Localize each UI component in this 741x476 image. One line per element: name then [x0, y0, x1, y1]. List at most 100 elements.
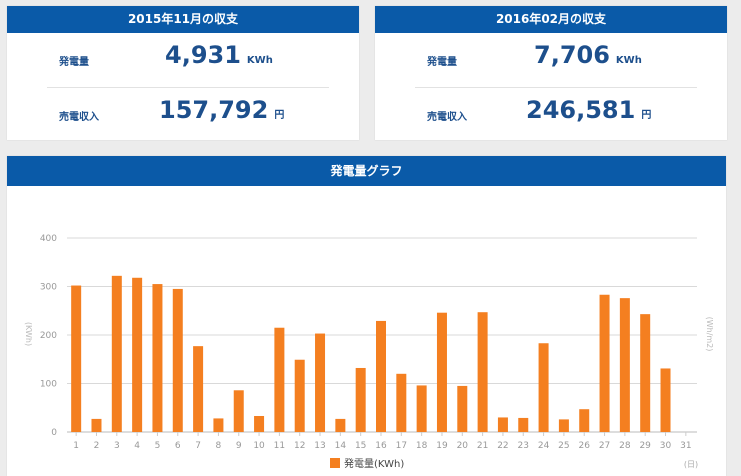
bar-day-28[interactable] — [619, 298, 630, 432]
secondary-y-axis-label: (Wh/m2) — [705, 317, 714, 352]
generation-bar-chart: 01002003004001 2 3 4 5 6 7 8 9 10 11 12 13 14 15 16 17 18… — [24, 234, 714, 469]
y-tick-label: 300 — [40, 283, 57, 293]
revenue-row: 売電収入 157,792 円 — [7, 92, 359, 138]
bar-day-16[interactable] — [376, 320, 386, 432]
bar-day-15[interactable] — [355, 367, 366, 432]
x-tick-label: 18 — [416, 441, 428, 451]
revenue-unit: 円 — [641, 110, 652, 121]
bar-day-1[interactable] — [71, 285, 82, 432]
bar-day-26[interactable] — [579, 409, 590, 432]
revenue-label: 売電収入 — [427, 112, 467, 123]
x-tick-label: 27 — [599, 441, 610, 451]
x-tick-label: 1 — [73, 441, 79, 451]
revenue-label: 売電収入 — [59, 112, 99, 123]
bar-day-10[interactable] — [254, 415, 265, 432]
x-tick-label: 22 — [497, 441, 508, 451]
bar-day-13[interactable] — [315, 333, 326, 432]
generation-number: 4,931 — [165, 41, 241, 69]
bar-day-11[interactable] — [274, 327, 285, 432]
x-tick-label: 2 — [94, 441, 100, 451]
revenue-row: 売電収入 246,581 円 — [375, 92, 727, 138]
bar-day-6[interactable] — [172, 288, 183, 432]
x-tick-label: 11 — [274, 441, 285, 451]
bar-day-24[interactable] — [538, 343, 549, 432]
revenue-value: 246,581 円 — [526, 96, 651, 124]
x-axis-unit: (日) — [684, 460, 698, 469]
card-divider — [415, 87, 697, 88]
generation-unit: KWh — [615, 55, 642, 66]
x-tick-label: 6 — [175, 441, 181, 451]
y-axis-label: (KWh) — [24, 322, 33, 346]
bar-day-17[interactable] — [396, 373, 407, 432]
revenue-unit: 円 — [274, 110, 285, 121]
x-tick-label: 9 — [236, 441, 242, 451]
bar-day-3[interactable] — [111, 275, 122, 432]
bar-day-5[interactable] — [152, 284, 163, 432]
bar-day-8[interactable] — [213, 418, 224, 432]
x-tick-label: 17 — [396, 441, 407, 451]
x-tick-label: 4 — [134, 441, 140, 451]
bar-day-25[interactable] — [558, 419, 569, 432]
bar-day-7[interactable] — [193, 346, 204, 432]
card-divider — [47, 87, 329, 88]
revenue-number: 157,792 — [159, 96, 269, 124]
bar-day-18[interactable] — [416, 385, 427, 432]
x-tick-label: 20 — [457, 441, 469, 451]
bar-day-9[interactable] — [233, 390, 244, 432]
revenue-number: 246,581 — [526, 96, 636, 124]
generation-row: 発電量 4,931 KWh — [7, 37, 359, 83]
bar-day-2[interactable] — [91, 418, 102, 432]
bar-day-29[interactable] — [640, 314, 651, 432]
x-tick-label: 24 — [538, 441, 550, 451]
chart-legend-item[interactable]: 発電量(KWh) — [330, 458, 404, 472]
bar-day-12[interactable] — [294, 359, 305, 432]
bar-day-4[interactable] — [132, 277, 143, 432]
generation-unit: KWh — [246, 55, 273, 66]
x-tick-label: 13 — [314, 441, 325, 451]
x-tick-label: 25 — [558, 441, 569, 451]
x-tick-label: 30 — [660, 441, 672, 451]
y-tick-label: 400 — [40, 234, 57, 244]
x-tick-label: 23 — [518, 441, 529, 451]
bar-day-23[interactable] — [518, 417, 529, 432]
legend-swatch-icon — [330, 458, 340, 468]
x-tick-label: 5 — [155, 441, 161, 451]
generation-label: 発電量 — [427, 57, 457, 68]
bar-day-21[interactable] — [477, 312, 488, 432]
y-tick-label: 200 — [40, 331, 57, 341]
x-tick-label: 21 — [477, 441, 488, 451]
generation-label: 発電量 — [59, 57, 89, 68]
x-tick-label: 16 — [375, 441, 387, 451]
generation-value: 4,931 KWh — [165, 41, 273, 69]
legend-label: 発電量(KWh) — [344, 459, 405, 470]
x-tick-label: 15 — [355, 441, 366, 451]
bar-day-19[interactable] — [436, 312, 447, 432]
generation-value: 7,706 KWh — [534, 41, 642, 69]
x-tick-label: 29 — [639, 441, 651, 451]
generation-number: 7,706 — [534, 41, 610, 69]
x-tick-label: 7 — [195, 441, 201, 451]
generation-row: 発電量 7,706 KWh — [375, 37, 727, 83]
summary-card-title: 2015年11月の収支 — [7, 6, 359, 33]
x-tick-label: 26 — [578, 441, 590, 451]
x-tick-label: 10 — [253, 441, 265, 451]
x-tick-label: 8 — [216, 441, 222, 451]
x-tick-label: 14 — [335, 441, 347, 451]
bar-day-27[interactable] — [599, 294, 610, 432]
graph-title: 発電量グラフ — [7, 156, 726, 186]
bar-day-20[interactable] — [457, 385, 468, 432]
x-tick-label: 12 — [294, 441, 305, 451]
bar-day-14[interactable] — [335, 418, 346, 432]
bar-day-30[interactable] — [660, 368, 671, 432]
y-tick-label: 100 — [40, 380, 57, 390]
x-tick-label: 19 — [436, 441, 448, 451]
x-tick-label: 28 — [619, 441, 631, 451]
bar-day-22[interactable] — [497, 417, 508, 432]
summary-card-feb-2016: 2016年02月の収支 発電量 7,706 KWh 売電収入 246,581 円 — [375, 6, 727, 140]
summary-card-nov-2015: 2015年11月の収支 発電量 4,931 KWh 売電収入 157,792 円 — [7, 6, 359, 140]
summary-card-title: 2016年02月の収支 — [375, 6, 727, 33]
revenue-value: 157,792 円 — [159, 96, 284, 124]
y-tick-label: 0 — [51, 428, 57, 438]
x-tick-label: 31 — [680, 441, 691, 451]
generation-graph-panel: 発電量グラフ 0 100 200 300 400 1 2 3 4 5 6 7 8 9 10 11 12 13 14 1… — [7, 156, 726, 476]
